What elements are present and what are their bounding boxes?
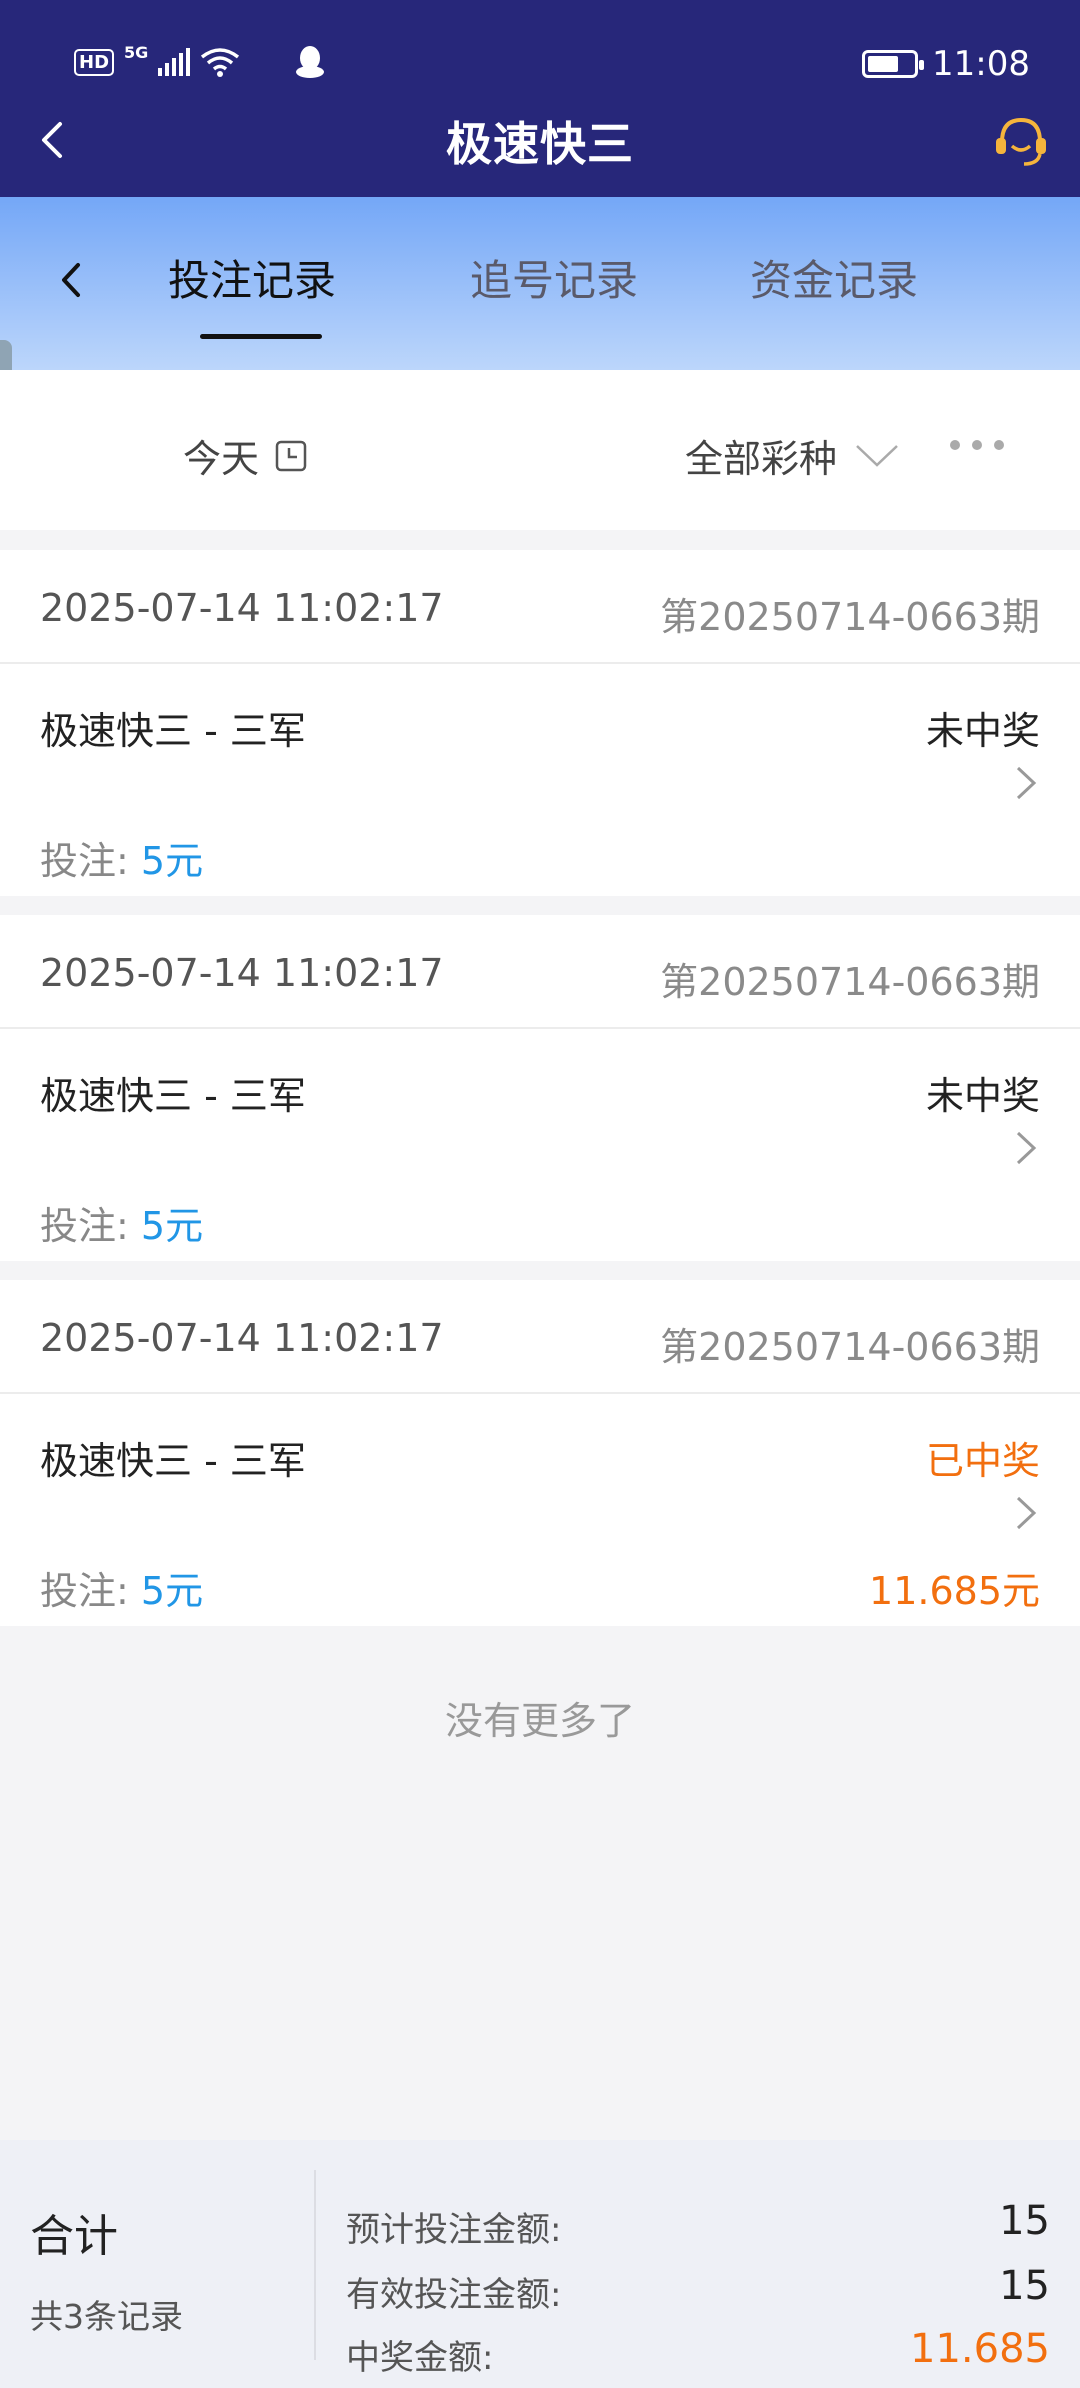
status-left: HD 5G [74, 42, 326, 80]
date-filter[interactable]: 今天 [183, 428, 307, 483]
bet-amount: 5元 [140, 1569, 204, 1613]
bet-amount-row: 投注: 5元 [40, 1195, 203, 1250]
lottery-filter[interactable]: 全部彩种 [685, 428, 899, 483]
bet-period: 第20250714-0663期 [660, 595, 1040, 639]
bet-period: 第20250714-0663期 [660, 960, 1040, 1004]
top-bar: HD 5G 11:08 极速快三 [0, 0, 1080, 197]
card-header: 2025-07-14 11:02:17 第20250714-0663期 [0, 1280, 1080, 1394]
chevron-down-icon [856, 444, 898, 467]
bet-record-card[interactable]: 2025-07-14 11:02:17 第20250714-0663期 极速快三… [0, 1280, 1080, 1626]
tab-back-icon[interactable] [48, 255, 98, 305]
chevron-right-icon [1016, 766, 1037, 800]
bet-time: 2025-07-14 11:02:17 [40, 1316, 444, 1360]
network-label: 5G [124, 42, 149, 62]
valid-bet-row: 有效投注金额: 15 [346, 2263, 1050, 2316]
summary-title: 合计 [30, 2211, 118, 2262]
bet-period: 第20250714-0663期 [660, 1325, 1040, 1369]
card-header: 2025-07-14 11:02:17 第20250714-0663期 [0, 550, 1080, 664]
more-options-icon[interactable] [950, 440, 1004, 450]
record-tabs: 投注记录 追号记录 资金记录 [0, 197, 1080, 370]
filter-bar: 今天 全部彩种 [0, 370, 1080, 530]
record-count: 共3条记录 [30, 2297, 183, 2336]
bet-game-name: 极速快三 - 三军 [40, 1439, 306, 1483]
bet-amount-row: 投注: 5元 [40, 830, 203, 885]
bet-record-card[interactable]: 2025-07-14 11:02:17 第20250714-0663期 极速快三… [0, 550, 1080, 896]
bet-time: 2025-07-14 11:02:17 [40, 586, 444, 630]
wifi-icon [201, 48, 240, 77]
tab-fund-records[interactable]: 资金记录 [750, 247, 918, 308]
bet-status: 未中奖 [925, 709, 1040, 753]
bet-status: 已中奖 [925, 1439, 1040, 1483]
bet-amount: 5元 [140, 1204, 204, 1248]
bet-amount-label: 投注: [40, 839, 129, 883]
card-header: 2025-07-14 11:02:17 第20250714-0663期 [0, 915, 1080, 1029]
win-total-label: 中奖金额: [346, 2338, 494, 2378]
valid-bet-value: 15 [999, 2263, 1050, 2309]
summary-divider [314, 2170, 316, 2360]
tab-bet-records[interactable]: 投注记录 [168, 247, 336, 308]
win-total-row: 中奖金额: 11.685 [346, 2326, 1050, 2379]
status-time: 11:08 [932, 44, 1030, 84]
bet-amount-row: 投注: 5元 [40, 1560, 203, 1615]
bet-game-name: 极速快三 - 三军 [40, 709, 306, 753]
date-filter-label: 今天 [183, 437, 260, 481]
expected-bet-row: 预计投注金额: 15 [346, 2198, 1050, 2251]
hd-icon: HD [74, 48, 115, 76]
win-amount: 11.685元 [869, 1569, 1040, 1613]
valid-bet-label: 有效投注金额: [346, 2275, 562, 2315]
bet-amount: 5元 [140, 839, 204, 883]
bet-record-card[interactable]: 2025-07-14 11:02:17 第20250714-0663期 极速快三… [0, 915, 1080, 1261]
bet-amount-label: 投注: [40, 1204, 129, 1248]
bet-amount-label: 投注: [40, 1569, 129, 1613]
active-tab-indicator [200, 334, 322, 339]
signal-icon [158, 48, 191, 76]
calendar-clock-icon [275, 440, 307, 471]
win-total-value: 11.685 [910, 2326, 1050, 2372]
expected-bet-label: 预计投注金额: [346, 2210, 562, 2250]
chevron-right-icon [1016, 1496, 1037, 1530]
lottery-filter-label: 全部彩种 [685, 437, 838, 481]
customer-service-icon[interactable] [990, 110, 1052, 172]
status-bar: HD 5G 11:08 [0, 0, 1080, 120]
tab-chase-records[interactable]: 追号记录 [470, 247, 638, 308]
status-right: 11:08 [862, 44, 1030, 84]
expected-bet-value: 15 [999, 2198, 1050, 2244]
no-more-text: 没有更多了 [444, 1699, 635, 1743]
page-title: 极速快三 [446, 117, 634, 171]
summary-footer: 合计 共3条记录 预计投注金额: 15 有效投注金额: 15 中奖金额: 11.… [0, 2140, 1080, 2388]
bet-game-name: 极速快三 - 三军 [40, 1074, 306, 1118]
bet-time: 2025-07-14 11:02:17 [40, 951, 444, 995]
bet-status: 未中奖 [925, 1074, 1040, 1118]
chevron-right-icon [1016, 1131, 1037, 1165]
qq-notification-icon [296, 46, 325, 78]
battery-icon [862, 50, 925, 78]
